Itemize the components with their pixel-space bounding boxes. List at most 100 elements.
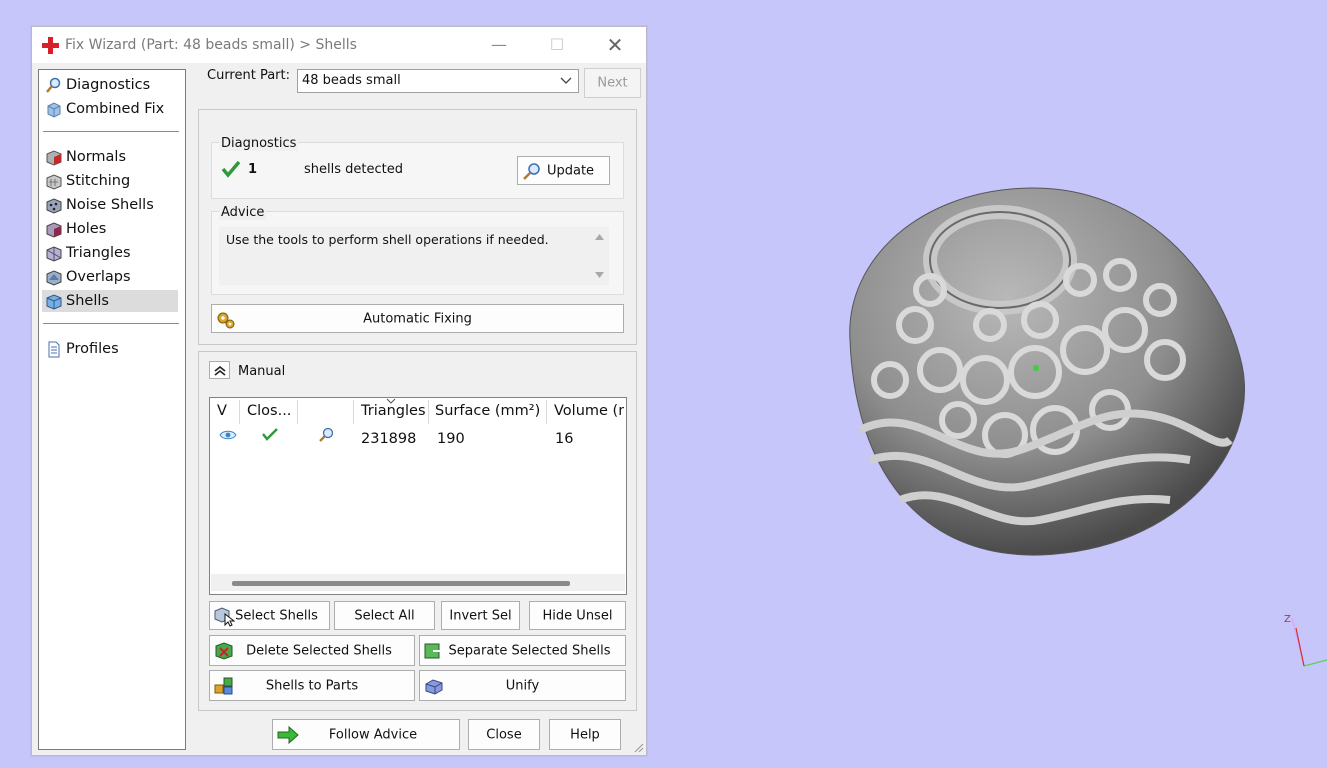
scrollbar-thumb[interactable] (232, 581, 570, 586)
sidebar-item-label: Triangles (66, 245, 131, 261)
select-all-button[interactable]: Select All (334, 601, 435, 630)
eye-icon[interactable] (219, 429, 237, 441)
close-window-button[interactable]: ✕ (592, 31, 638, 59)
automatic-fixing-button[interactable]: Automatic Fixing (211, 304, 624, 333)
title-bar[interactable]: Fix Wizard (Part: 48 beads small) > Shel… (32, 27, 646, 63)
current-part-label: Current Part: (207, 68, 291, 83)
column-separator[interactable] (546, 400, 547, 424)
sidebar-item-label: Shells (66, 293, 109, 309)
current-part-value: 48 beads small (302, 73, 401, 88)
chevron-down-icon (560, 77, 572, 84)
column-header-surface[interactable]: Surface (mm²) (435, 403, 540, 419)
column-header-closed[interactable]: Clos... (247, 403, 291, 419)
divider (43, 323, 179, 324)
sidebar-item-overlaps[interactable]: Overlaps (42, 266, 178, 288)
overlaps-icon (46, 270, 62, 286)
hide-unsel-label: Hide Unsel (542, 608, 613, 623)
sidebar-item-shells[interactable]: Shells (42, 290, 178, 312)
help-label: Help (570, 727, 600, 742)
delete-selected-label: Delete Selected Shells (246, 643, 392, 658)
maximize-button[interactable]: ☐ (534, 31, 580, 59)
column-separator[interactable] (428, 400, 429, 424)
scroll-up-icon (595, 234, 604, 240)
sidebar-item-normals[interactable]: Normals (42, 146, 178, 168)
row-surface: 190 (437, 431, 465, 447)
sidebar: Diagnostics Combined Fix Normals Stitchi… (38, 69, 186, 750)
collapse-manual-button[interactable] (209, 361, 230, 379)
advice-title: Advice (219, 205, 267, 220)
select-shells-label: Select Shells (235, 608, 318, 623)
shells-to-parts-button[interactable]: Shells to Parts (209, 670, 415, 701)
axis-z-label: Z (1284, 614, 1291, 625)
column-separator[interactable] (239, 400, 240, 424)
fix-wizard-window: Fix Wizard (Part: 48 beads small) > Shel… (31, 26, 647, 756)
delete-selected-shells-button[interactable]: Delete Selected Shells (209, 635, 415, 666)
hide-unselected-button[interactable]: Hide Unsel (529, 601, 626, 630)
sidebar-item-combined-fix[interactable]: Combined Fix (42, 98, 178, 120)
3d-model-view[interactable] (790, 150, 1270, 580)
advice-text: Use the tools to perform shell operation… (226, 232, 549, 247)
advice-scrollbar[interactable] (591, 229, 608, 285)
update-button-label: Update (546, 163, 595, 178)
next-button-label: Next (597, 75, 628, 91)
manual-label: Manual (238, 364, 286, 379)
axis-triad: Z (1284, 614, 1327, 667)
current-part-select[interactable]: 48 beads small (297, 69, 579, 93)
close-button[interactable]: Close (468, 719, 540, 750)
row-volume: 16 (555, 431, 574, 447)
shells-icon (46, 294, 62, 310)
scroll-down-icon (595, 272, 604, 278)
check-icon (221, 160, 241, 178)
shells-detected-text: shells detected (304, 162, 403, 177)
sidebar-item-label: Diagnostics (66, 77, 151, 93)
invert-selection-button[interactable]: Invert Sel (441, 601, 520, 630)
separate-selected-shells-button[interactable]: Separate Selected Shells (419, 635, 626, 666)
select-all-label: Select All (354, 608, 415, 623)
next-button[interactable]: Next (584, 68, 641, 98)
column-header-volume[interactable]: Volume (m (554, 403, 624, 419)
select-shells-button[interactable]: Select Shells (209, 601, 330, 630)
window-title: Fix Wizard (Part: 48 beads small) > Shel… (65, 37, 357, 53)
shells-to-parts-label: Shells to Parts (265, 678, 359, 693)
follow-advice-button[interactable]: Follow Advice (272, 719, 460, 750)
shell-count: 1 (248, 162, 258, 177)
column-header-visible[interactable]: V (217, 403, 227, 419)
sidebar-item-profiles[interactable]: Profiles (42, 338, 178, 360)
automatic-fixing-label: Automatic Fixing (363, 311, 472, 326)
cube-red-icon (46, 150, 62, 166)
sidebar-item-holes[interactable]: Holes (42, 218, 178, 240)
column-separator[interactable] (297, 400, 298, 424)
unify-button[interactable]: Unify (419, 670, 626, 701)
chevron-up-icon (214, 365, 226, 376)
cube-icon (47, 102, 61, 118)
magnifier-icon[interactable] (317, 426, 335, 444)
update-button[interactable]: Update (517, 156, 610, 185)
red-cross-icon (42, 37, 59, 54)
minimize-button[interactable]: — (476, 31, 522, 59)
pivot-point (1033, 365, 1039, 371)
sidebar-item-label: Holes (66, 221, 107, 237)
table-horizontal-scrollbar[interactable] (211, 574, 625, 591)
noise-shells-icon (46, 198, 62, 214)
document-icon (48, 341, 60, 358)
sidebar-item-label: Overlaps (66, 269, 131, 285)
close-label: Close (486, 727, 522, 742)
advice-text-box: Use the tools to perform shell operation… (219, 227, 609, 285)
invert-sel-label: Invert Sel (449, 608, 512, 623)
sidebar-item-diagnostics[interactable]: Diagnostics (42, 74, 178, 96)
resize-grip-icon[interactable] (632, 741, 644, 753)
column-header-triangles[interactable]: Triangles (361, 403, 426, 419)
sidebar-item-label: Normals (66, 149, 127, 165)
column-separator[interactable] (353, 400, 354, 424)
help-button[interactable]: Help (549, 719, 621, 750)
divider (43, 131, 179, 132)
stitching-icon (46, 174, 62, 190)
sidebar-item-triangles[interactable]: Triangles (42, 242, 178, 264)
sidebar-item-label: Combined Fix (66, 101, 165, 117)
diagnostics-title: Diagnostics (219, 136, 299, 151)
sidebar-item-noise-shells[interactable]: Noise Shells (42, 194, 178, 216)
sidebar-item-stitching[interactable]: Stitching (42, 170, 178, 192)
magnifier-icon (46, 77, 61, 93)
unify-label: Unify (505, 678, 540, 693)
sidebar-item-label: Stitching (66, 173, 131, 189)
